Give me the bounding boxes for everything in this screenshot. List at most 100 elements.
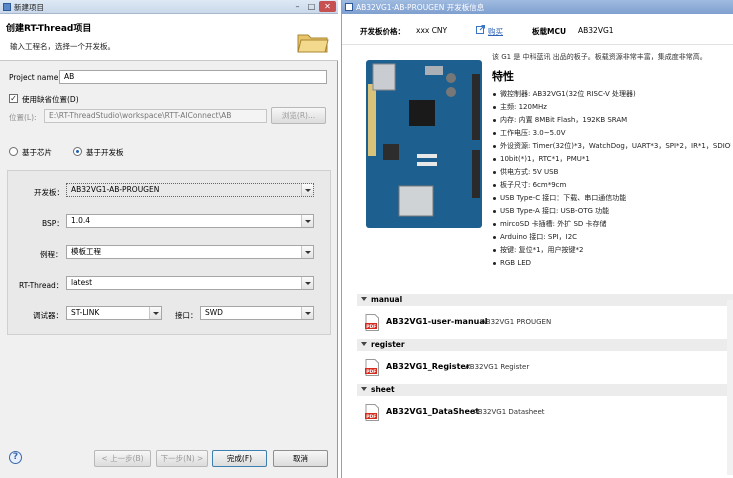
chevron-down-icon	[301, 246, 313, 258]
rtthread-select-value: latest	[71, 278, 93, 287]
doc-title: AB32VG1-user-manual	[386, 317, 488, 326]
radio-chip[interactable]	[9, 147, 18, 156]
feature-item: USB Type-A 接口: USB-OTG 功能	[492, 205, 731, 218]
feature-item: 按键: 复位*1，用户按键*2	[492, 244, 731, 257]
example-label: 例程：	[40, 250, 63, 259]
wizard-window-title: 新建项目	[14, 3, 44, 12]
bsp-label: BSP：	[42, 219, 64, 228]
bsp-select-value: 1.0.4	[71, 216, 91, 225]
doc-title: AB32VG1_DataSheet	[386, 407, 480, 416]
board-overview: 该 G1 是 中科蓝讯 出品的板子。板载资源非常丰富，集成度非常高。 特性 微控…	[347, 47, 731, 287]
project-name-label: Project name:	[9, 73, 61, 82]
board-info-header: 开发板价格： xxx CNY 购买 板载MCU AB32VG1	[342, 17, 733, 45]
example-select-value: 模板工程	[71, 247, 101, 256]
maximize-button[interactable]: □	[305, 1, 318, 12]
feature-item: Arduino 接口: SPI，I2C	[492, 231, 731, 244]
wizard-banner: 创建RT-Thread项目 输入工程名，选择一个开发板。	[0, 14, 338, 61]
wizard-titlebar: 新建项目 – □ ✕	[0, 0, 338, 14]
feature-item: 内存: 内置 8MBit Flash，192KB SRAM	[492, 114, 731, 127]
board-select-value: AB32VG1-AB-PROUGEN	[71, 185, 160, 194]
next-button[interactable]: 下一步(N) >	[156, 450, 208, 467]
board-label: 开发板：	[34, 188, 64, 197]
help-icon[interactable]: ?	[9, 451, 22, 464]
interface-select-value: SWD	[205, 308, 223, 317]
radio-board-label: 基于开发板	[86, 148, 124, 157]
features-heading: 特性	[492, 70, 514, 83]
debugger-select-value: ST-LINK	[71, 308, 100, 317]
use-default-location-checkbox[interactable]: ✓	[9, 94, 18, 103]
interface-select[interactable]: SWD	[200, 306, 314, 320]
board-description: 该 G1 是 中科蓝讯 出品的板子。板载资源非常丰富，集成度非常高。	[492, 53, 707, 61]
example-select[interactable]: 模板工程	[66, 245, 314, 259]
board-info-window: AB32VG1-AB-PROUGEN 开发板信息 开发板价格： xxx CNY …	[341, 0, 733, 478]
banner-title: 创建RT-Thread项目	[6, 24, 92, 34]
doc-description: AB32VG1 PROUGEN	[481, 318, 552, 326]
feature-item: 10bit(*)1，RTC*1，PMU*1	[492, 153, 731, 166]
close-button[interactable]: ✕	[319, 1, 336, 12]
section-manual-title: manual	[371, 295, 403, 304]
collapse-arrow-icon	[361, 342, 367, 346]
info-titlebar: AB32VG1-AB-PROUGEN 开发板信息	[342, 0, 733, 14]
feature-item: RGB LED	[492, 257, 731, 270]
mcu-value: AB32VG1	[578, 26, 614, 35]
feature-item: USB Type-C 接口：下载、串口通信功能	[492, 192, 731, 205]
mcu-label: 板载MCU	[532, 27, 567, 36]
chevron-down-icon	[301, 277, 313, 289]
chevron-down-icon	[301, 184, 313, 196]
svg-text:PDF: PDF	[366, 414, 376, 420]
svg-text:PDF: PDF	[366, 324, 376, 330]
app-icon	[345, 3, 353, 11]
board-select[interactable]: AB32VG1-AB-PROUGEN	[66, 183, 314, 197]
new-project-wizard: 新建项目 – □ ✕ 创建RT-Thread项目 输入工程名，选择一个开发板。 …	[0, 0, 338, 478]
location-input[interactable]: E:\RT-ThreadStudio\workspace\RTT-AIConne…	[44, 109, 267, 123]
collapse-arrow-icon	[361, 387, 367, 391]
rtthread-label: RT-Thread：	[19, 281, 64, 290]
svg-text:PDF: PDF	[366, 369, 376, 375]
chevron-down-icon	[301, 307, 313, 319]
chevron-down-icon	[301, 215, 313, 227]
browse-button[interactable]: 浏览(R)...	[271, 107, 326, 124]
pdf-icon: PDF	[365, 404, 379, 421]
board-photo	[366, 60, 482, 228]
section-register-title: register	[371, 340, 405, 349]
app-icon	[3, 3, 11, 11]
info-window-title: AB32VG1-AB-PROUGEN 开发板信息	[356, 3, 485, 12]
section-manual[interactable]: manual	[357, 294, 733, 306]
doc-description: AB32VG1 Register	[465, 363, 530, 371]
feature-item: 主频: 120MHz	[492, 101, 731, 114]
location-label: 位置(L):	[9, 113, 37, 122]
debugger-select[interactable]: ST-LINK	[66, 306, 162, 320]
buy-link[interactable]: 购买	[488, 26, 503, 37]
finish-button[interactable]: 完成(F)	[212, 450, 267, 467]
pdf-icon: PDF	[365, 314, 379, 331]
doc-description: AB32VG1 Datasheet	[473, 408, 545, 416]
back-button[interactable]: < 上一步(B)	[94, 450, 151, 467]
section-register[interactable]: register	[357, 339, 733, 351]
rtthread-select[interactable]: latest	[66, 276, 314, 290]
feature-item: 工作电压: 3.0~5.0V	[492, 127, 731, 140]
feature-item: 供电方式: 5V USB	[492, 166, 731, 179]
bsp-select[interactable]: 1.0.4	[66, 214, 314, 228]
interface-label: 接口：	[175, 311, 198, 320]
cancel-button[interactable]: 取消	[273, 450, 328, 467]
price-value: xxx CNY	[416, 26, 448, 35]
section-sheet-title: sheet	[371, 385, 395, 394]
doc-title: AB32VG1_Register	[386, 362, 470, 371]
link-icon	[476, 25, 485, 34]
feature-item: mircoSD 卡插槽: 外扩 SD 卡存储	[492, 218, 731, 231]
chevron-down-icon	[149, 307, 161, 319]
radio-chip-label: 基于芯片	[22, 148, 52, 157]
feature-item: 外设资源: Timer(32位)*3，WatchDog，UART*3，SPI*2…	[492, 140, 731, 153]
debugger-label: 调试器：	[33, 311, 63, 320]
folder-icon	[297, 34, 329, 53]
pdf-icon: PDF	[365, 359, 379, 376]
scrollbar[interactable]	[727, 300, 733, 475]
project-name-input[interactable]: AB	[59, 70, 327, 84]
use-default-location-label: 使用缺省位置(D)	[22, 95, 79, 104]
section-sheet[interactable]: sheet	[357, 384, 733, 396]
price-label: 开发板价格：	[360, 27, 405, 36]
collapse-arrow-icon	[361, 297, 367, 301]
radio-board[interactable]	[73, 147, 82, 156]
minimize-button[interactable]: –	[291, 1, 304, 12]
feature-list: 微控制器: AB32VG1(32位 RISC-V 处理器) 主频: 120MHz…	[492, 88, 731, 270]
